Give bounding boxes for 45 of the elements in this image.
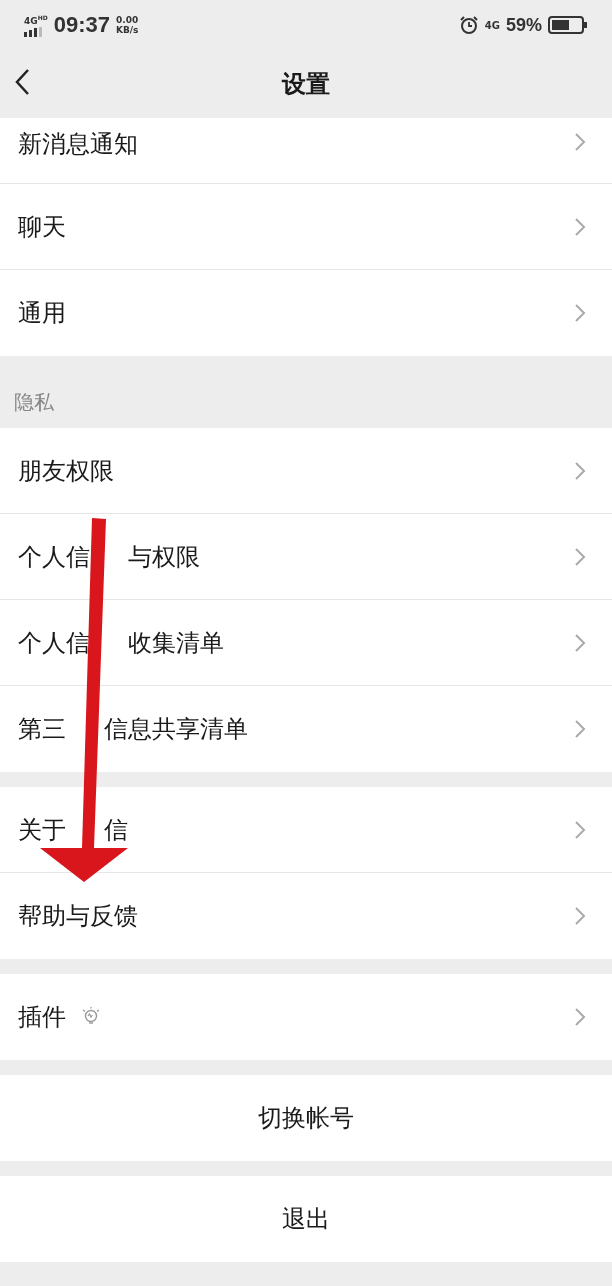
settings-row[interactable]: 插件 bbox=[0, 974, 612, 1060]
signal-icon bbox=[24, 27, 44, 37]
chevron-icon bbox=[574, 1007, 586, 1027]
chevron-icon bbox=[574, 719, 586, 739]
page-title: 设置 bbox=[282, 69, 330, 100]
row-label: 聊天 bbox=[18, 211, 66, 243]
action-button[interactable]: 切换帐号 bbox=[0, 1075, 612, 1161]
row-label: 个人信 bbox=[18, 541, 90, 573]
clock-time: 09:37 bbox=[53, 12, 110, 38]
row-label: 帮助与反馈 bbox=[18, 901, 138, 932]
chevron-icon bbox=[574, 546, 586, 567]
chevron-icon bbox=[574, 132, 586, 152]
row-label: 通用 bbox=[18, 298, 66, 329]
lightbulb-icon bbox=[82, 1007, 100, 1027]
settings-row[interactable]: 新消息通知 bbox=[0, 118, 612, 184]
row-label: 收集清单 bbox=[128, 627, 225, 659]
battery-percent: 59% bbox=[505, 14, 542, 36]
chevron-icon bbox=[574, 303, 586, 323]
row-label: 信息共享清单 bbox=[104, 714, 249, 745]
row-label: 朋友权限 bbox=[18, 455, 114, 487]
row-label: 新消息通知 bbox=[18, 129, 138, 160]
speed-value: 0.00 bbox=[115, 15, 139, 25]
settings-row[interactable]: 通用 bbox=[0, 270, 612, 356]
network-label: 4G$^{HD}$ bbox=[24, 13, 48, 26]
settings-row[interactable]: 第三 信息共享清单 bbox=[0, 686, 612, 772]
chevron-icon bbox=[574, 632, 586, 653]
mobile-data-label: 4G bbox=[484, 19, 500, 31]
row-label: 第三 bbox=[18, 714, 66, 745]
row-label: 与权限 bbox=[128, 541, 201, 573]
chevron-icon bbox=[574, 819, 586, 840]
action-button[interactable]: 退出 bbox=[0, 1176, 612, 1262]
back-icon[interactable] bbox=[14, 68, 30, 96]
chevron-icon bbox=[574, 906, 586, 926]
chevron-icon bbox=[574, 460, 586, 481]
chevron-icon bbox=[574, 216, 586, 237]
row-label: 关于 bbox=[18, 814, 66, 846]
speed-unit: KB/s bbox=[115, 25, 139, 35]
row-label: 插件 bbox=[18, 1002, 66, 1033]
settings-row[interactable]: 朋友权限 bbox=[0, 428, 612, 514]
row-label: 信 bbox=[104, 814, 129, 846]
settings-row[interactable]: 帮助与反馈 bbox=[0, 873, 612, 959]
alarm-icon bbox=[458, 15, 479, 35]
section-header: 隐私 bbox=[14, 389, 54, 416]
settings-row[interactable]: 聊天 bbox=[0, 184, 612, 270]
battery-icon bbox=[548, 16, 588, 34]
